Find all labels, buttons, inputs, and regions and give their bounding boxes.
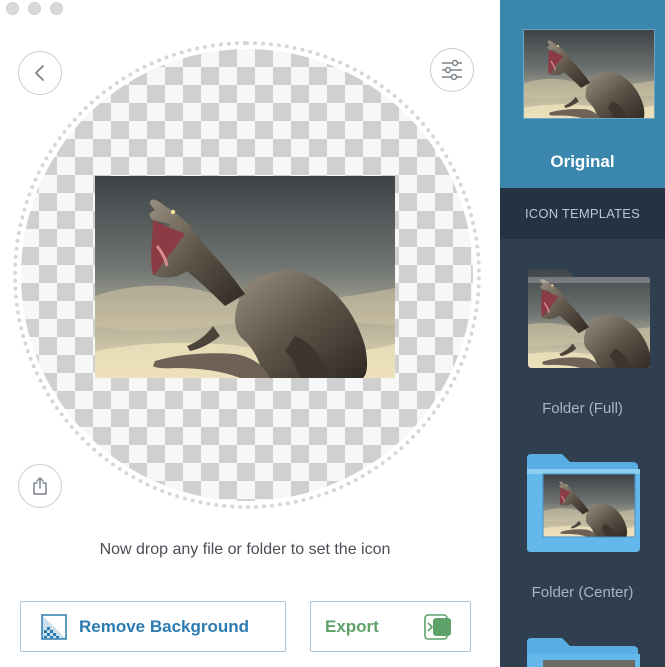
- window-zoom-button[interactable]: [50, 2, 63, 15]
- share-button[interactable]: [18, 464, 62, 508]
- template-folder-center[interactable]: Folder (Center): [500, 450, 665, 620]
- image-preview: [95, 176, 395, 378]
- original-label: Original: [550, 152, 615, 171]
- window-close-button[interactable]: [6, 2, 19, 15]
- folder-icon: [527, 638, 640, 667]
- folder-center-icon: [527, 454, 640, 552]
- share-icon: [33, 477, 47, 495]
- remove-background-label: Remove Background: [79, 616, 250, 636]
- export-icon: [424, 614, 451, 640]
- window-minimize-button[interactable]: [28, 2, 41, 15]
- remove-background-icon: [41, 613, 67, 640]
- drop-hint-text: Now drop any file or folder to set the i…: [99, 541, 391, 558]
- original-thumbnail: [523, 29, 655, 119]
- back-button[interactable]: [18, 51, 62, 95]
- settings-sliders-icon: [442, 59, 462, 81]
- settings-button[interactable]: [430, 48, 474, 92]
- template-folder-full[interactable]: Folder (Full): [500, 262, 665, 432]
- remove-background-button[interactable]: Remove Background: [20, 601, 286, 652]
- template-label: Folder (Center): [531, 584, 634, 601]
- sidebar: Original ICON TEMPLATES Folder (Full) Fo…: [500, 0, 665, 667]
- editor-pane: Now drop any file or folder to set the i…: [0, 0, 500, 667]
- template-label: Folder (Full): [542, 400, 623, 417]
- original-tile[interactable]: Original: [500, 0, 665, 188]
- folder-full-icon: [528, 267, 650, 370]
- template-folder-next[interactable]: [500, 632, 665, 667]
- back-icon: [35, 65, 44, 81]
- icon-templates-header: ICON TEMPLATES: [500, 188, 665, 239]
- export-label: Export: [325, 616, 379, 636]
- export-button[interactable]: Export: [310, 601, 471, 652]
